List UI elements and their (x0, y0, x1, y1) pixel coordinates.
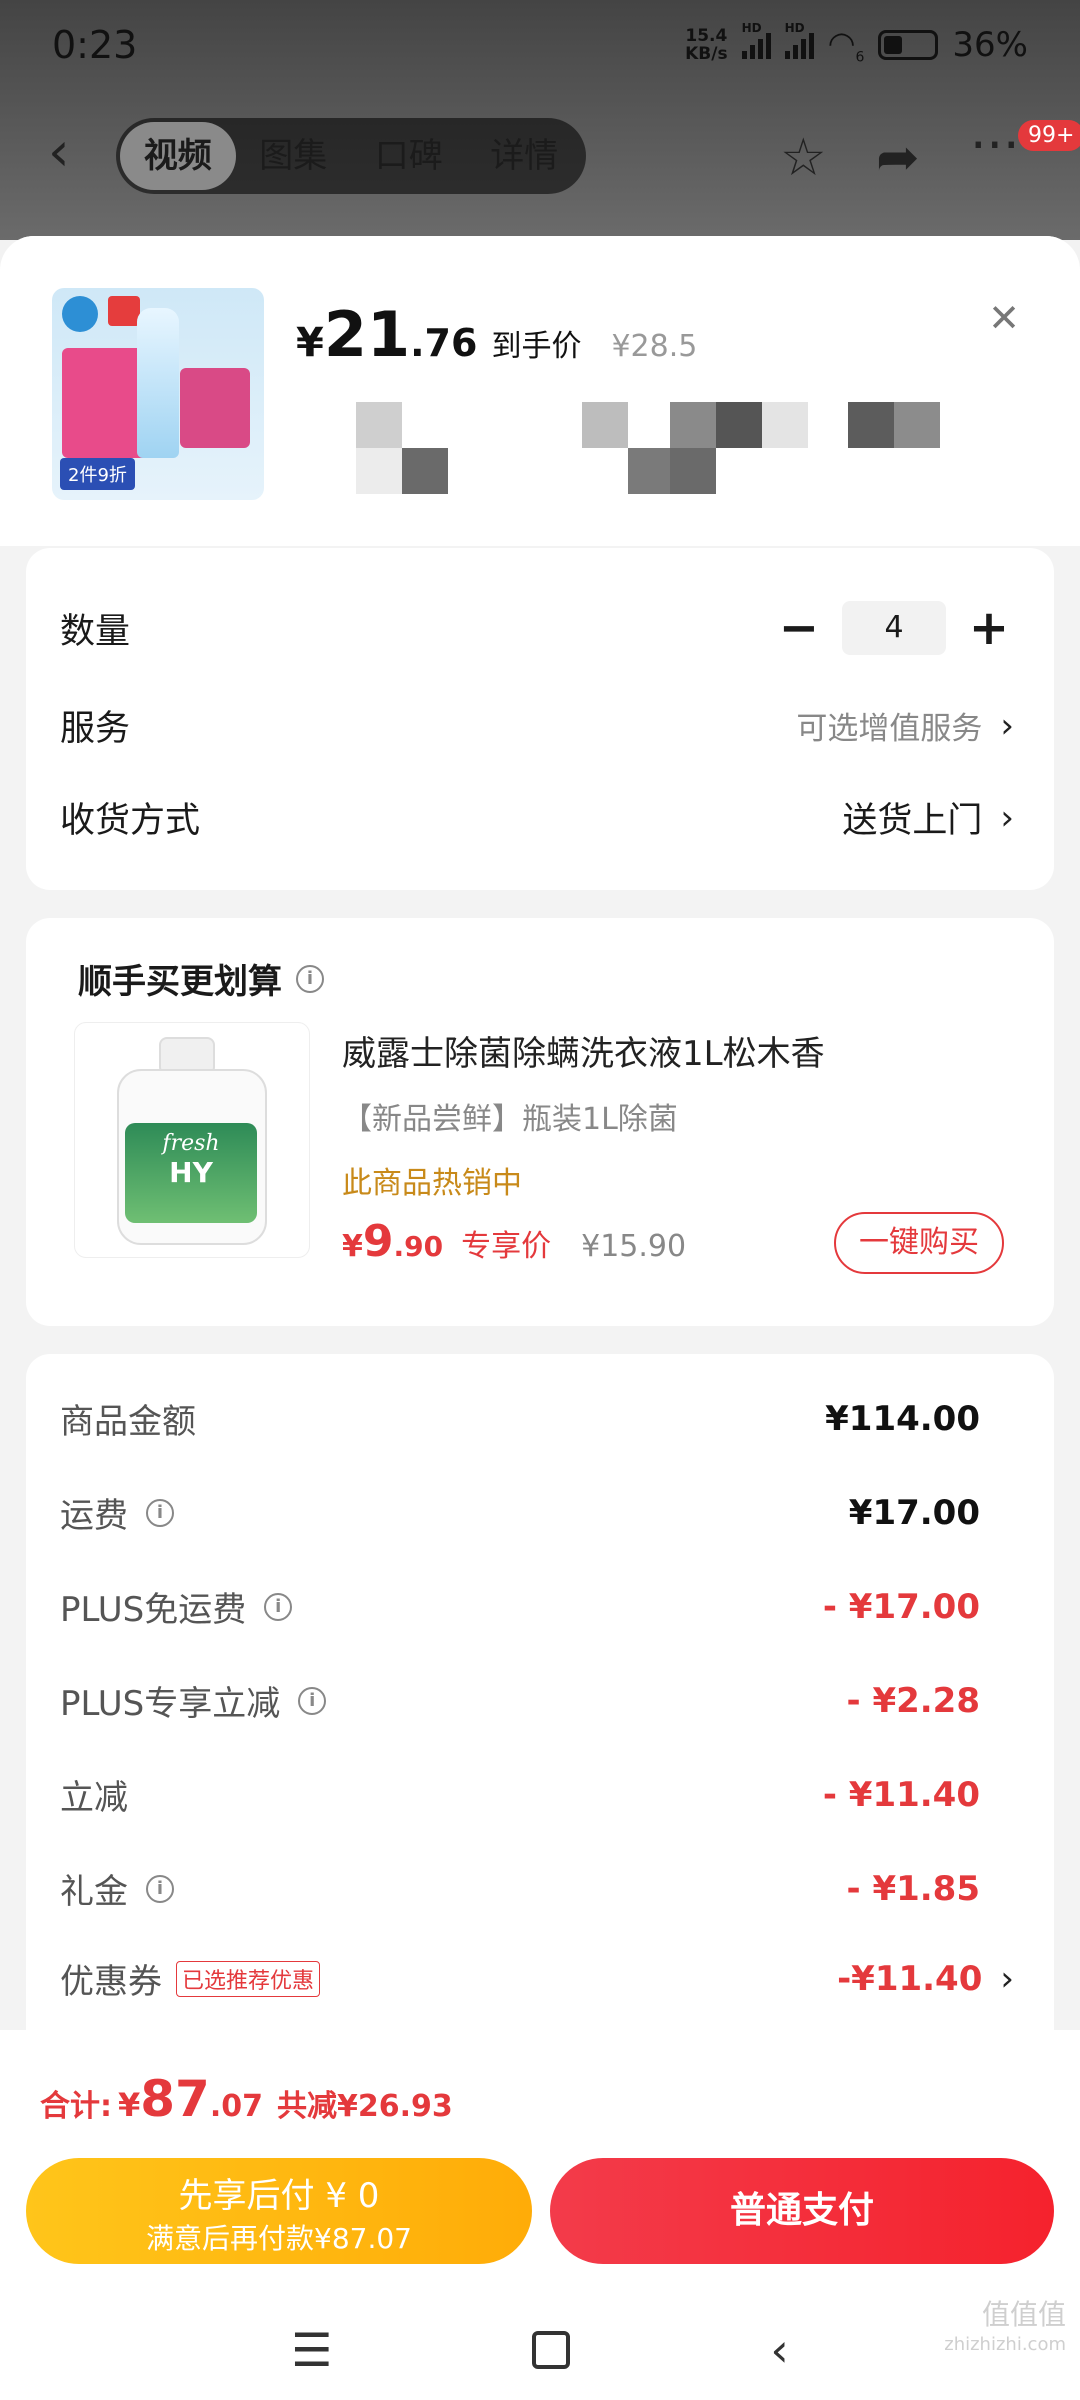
chevron-right-icon: › (1000, 797, 1014, 838)
tab-gallery[interactable]: 图集 (236, 122, 352, 190)
quantity-plus-button[interactable]: + (964, 600, 1014, 656)
upsell-product-image[interactable]: fresh HY (74, 1022, 310, 1258)
service-value: 可选增值服务 (796, 711, 983, 747)
fee-row: 运费 i ¥17.00 (60, 1492, 980, 1537)
one-click-buy-button[interactable]: 一键购买 (834, 1212, 1004, 1274)
net-speed: 15.4 KB/s (685, 25, 728, 64)
status-time: 0:23 (52, 23, 138, 67)
bottle-logo: fresh HY (125, 1123, 257, 1223)
normal-pay-button[interactable]: 普通支付 (550, 2158, 1054, 2264)
share-icon[interactable]: ➦ (876, 128, 920, 188)
quantity-input[interactable]: 4 (842, 601, 946, 655)
product-thumbnail: 2件9折 (52, 288, 264, 500)
quantity-row: 数量 − 4 + (60, 600, 1014, 656)
product-tabs: 视频 图集 口碑 详情 (116, 118, 586, 194)
system-nav-bar: ☰ ‹ (0, 2310, 1080, 2390)
fee-row: 立减 - ¥11.40 (60, 1774, 980, 1819)
watermark: 值值值 zhizhizhi.com (944, 2298, 1066, 2356)
battery-icon (878, 29, 939, 60)
info-icon[interactable]: i (146, 1498, 174, 1527)
upsell-card: 顺手买更划算 i fresh HY 威露士除菌除螨洗衣液1L松木香 【新品尝鲜】… (26, 918, 1054, 1326)
delivery-label: 收货方式 (60, 801, 201, 841)
fee-row: PLUS专享立减 i - ¥2.28 (60, 1680, 980, 1725)
info-icon[interactable]: i (296, 964, 324, 993)
service-row[interactable]: 服务 可选增值服务 › (60, 700, 1014, 751)
promo-tag-icon (108, 296, 140, 326)
pay-later-button[interactable]: 先享后付 ¥ 0 满意后再付款¥87.07 (26, 2158, 532, 2264)
water-bottle-icon (137, 308, 179, 458)
price-label: 到手价 (491, 329, 582, 364)
upsell-original-price: ¥15.90 (581, 1229, 687, 1264)
back-icon[interactable]: ‹ (770, 2323, 788, 2377)
exclusive-price-label: 专享价 (461, 1229, 552, 1264)
coupon-tag: 已选推荐优惠 (176, 1960, 321, 1997)
info-icon[interactable]: i (298, 1686, 327, 1715)
upsell-price: ¥ 9 .90 专享价 ¥15.90 (342, 1216, 687, 1267)
close-icon[interactable]: ✕ (988, 296, 1020, 340)
options-card: 数量 − 4 + 服务 可选增值服务 › 收货方式 送货上门 › (26, 548, 1054, 890)
product-price: ¥ 21 .76 到手价 ¥28.5 (296, 298, 698, 371)
tab-details[interactable]: 详情 (467, 122, 583, 190)
quantity-minus-button[interactable]: − (774, 600, 824, 656)
cell-signal-2-icon: HD (784, 21, 814, 59)
fee-row: 商品金额 ¥114.00 (60, 1398, 980, 1443)
total-saving: 共减¥26.93 (277, 2089, 453, 2124)
message-badge: 99+ (1018, 120, 1080, 151)
info-icon[interactable]: i (264, 1592, 293, 1621)
tab-reviews[interactable]: 口碑 (351, 122, 467, 190)
chevron-right-icon: › (1000, 1958, 1014, 1999)
upsell-hot-label: 此商品热销中 (342, 1166, 522, 1201)
chevron-right-icon: › (1000, 705, 1014, 746)
checkout-footer: 合计: ¥ 87 .07 共减¥26.93 先享后付 ¥ 0 满意后再付款¥87… (0, 2030, 1080, 2400)
fee-row: PLUS免运费 i - ¥17.00 (60, 1586, 980, 1631)
upsell-title: 顺手买更划算 i (78, 954, 324, 1003)
back-arrow-icon[interactable]: ‹ (48, 120, 70, 183)
coupon-row[interactable]: 优惠券 已选推荐优惠 -¥11.40 › (60, 1954, 1014, 2003)
status-bar: 0:23 15.4 KB/s HD HD ◠6 36% (0, 0, 1080, 90)
delivery-value: 送货上门 (842, 801, 983, 841)
service-label: 服务 (60, 709, 131, 749)
original-price: ¥28.5 (611, 329, 698, 364)
fees-card: 商品金额 ¥114.00 运费 i ¥17.00 PLUS免运费 i - ¥17.0… (26, 1354, 1054, 2054)
more-icon[interactable]: ··· (970, 116, 1020, 176)
thumb-promo-label: 2件9折 (60, 458, 135, 490)
tab-video[interactable]: 视频 (120, 122, 236, 190)
upsell-product-name[interactable]: 威露士除菌除螨洗衣液1L松木香 (342, 1026, 825, 1075)
wifi-icon: ◠6 (827, 24, 865, 66)
delivery-row[interactable]: 收货方式 送货上门 › (60, 792, 1014, 843)
product-nav-bar: ‹ 视频 图集 口碑 详情 ☆ ➦ ··· (0, 112, 1080, 198)
home-icon[interactable] (532, 2331, 571, 2369)
star-icon[interactable]: ☆ (780, 128, 827, 188)
cell-signal-icon: HD (741, 21, 771, 59)
battery-percent: 36% (952, 24, 1028, 65)
product-header: 2件9折 ¥ 21 .76 到手价 ¥28.5 ✕ (0, 236, 1080, 546)
fee-row: 礼金 i - ¥1.85 (60, 1868, 980, 1913)
menu-icon[interactable]: ☰ (291, 2323, 332, 2377)
quantity-label: 数量 (60, 611, 131, 652)
brand-logo-icon (62, 296, 98, 332)
info-icon[interactable]: i (146, 1874, 174, 1903)
order-total: 合计: ¥ 87 .07 共减¥26.93 (40, 2070, 453, 2128)
upsell-subtitle: 【新品尝鲜】瓶装1L除菌 (342, 1102, 678, 1137)
